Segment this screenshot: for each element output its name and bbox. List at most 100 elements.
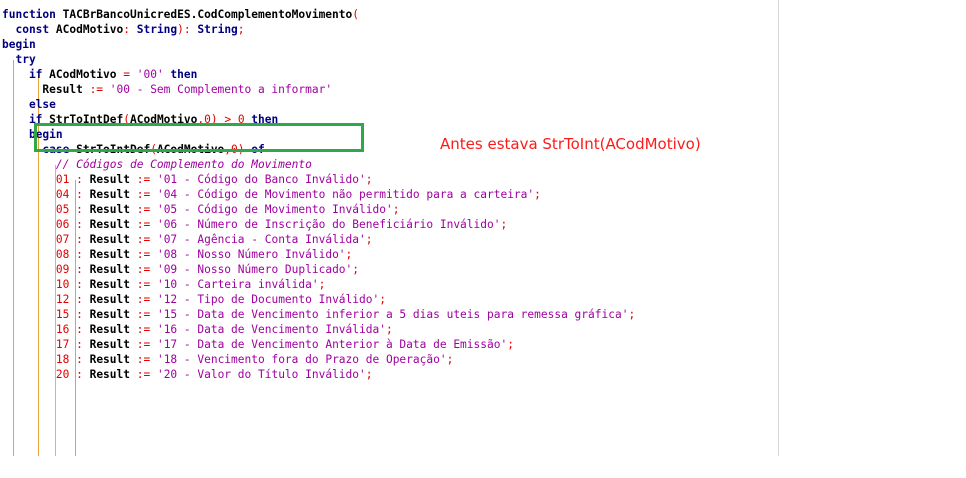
code-token: : <box>69 188 90 201</box>
code-token: '17 - Data de Vencimento Anterior à Data… <box>150 338 508 351</box>
code-token: '00 - Sem Complemento a informar' <box>103 83 333 96</box>
code-token: '15 - Data de Vencimento inferior a 5 di… <box>150 308 629 321</box>
code-token: := <box>136 248 151 261</box>
code-token: : <box>69 263 90 276</box>
code-line: 18 : Result := '18 - Vencimento fora do … <box>2 352 453 367</box>
code-token: ; <box>507 338 514 351</box>
code-token: := <box>136 263 151 276</box>
code-line: Result := '00 - Sem Complemento a inform… <box>2 82 332 97</box>
code-token: ; <box>385 323 393 336</box>
code-token: '12 - Tipo de Documento Inválido' <box>150 293 380 306</box>
code-token: ; <box>534 188 541 201</box>
code-token: 04 <box>2 188 70 201</box>
code-token: 01 <box>2 173 70 186</box>
code-token: : <box>69 248 90 261</box>
code-token: // Códigos de Complemento do Movimento <box>2 158 312 171</box>
code-token: := <box>136 173 151 186</box>
code-token: '00' <box>130 68 164 81</box>
code-token: '06 - Número de Inscrição do Beneficiári… <box>150 218 501 231</box>
code-token: := <box>136 308 151 321</box>
code-token: : <box>123 23 137 36</box>
code-token: 20 <box>2 368 70 381</box>
code-token: '08 - Nosso Número Inválido' <box>150 248 346 261</box>
code-token: 07 <box>2 233 70 246</box>
code-token: 17 <box>2 338 70 351</box>
code-line: // Códigos de Complemento do Movimento <box>2 157 312 172</box>
code-token: := <box>136 353 151 366</box>
annotation-text: Antes estava StrToInt(ACodMotivo) <box>440 135 701 153</box>
code-editor[interactable]: function TACBrBancoUnicredES.CodCompleme… <box>0 0 779 456</box>
code-token: TACBrBancoUnicredES.CodComplementoMovime… <box>55 8 353 21</box>
code-token: ; <box>345 248 353 261</box>
code-line: 06 : Result := '06 - Número de Inscrição… <box>2 217 507 232</box>
code-token: : <box>69 353 90 366</box>
code-token: ): <box>177 23 198 36</box>
code-token: '10 - Carteira inválida' <box>150 278 319 291</box>
code-token: := <box>136 278 151 291</box>
code-token: Result <box>89 173 137 186</box>
code-token: 18 <box>2 353 70 366</box>
code-token: 12 <box>2 293 70 306</box>
code-token: try <box>2 53 36 66</box>
code-token: ; <box>379 293 386 306</box>
code-token: Result <box>89 353 137 366</box>
code-line: const ACodMotivo: String): String; <box>2 22 245 37</box>
code-token: ; <box>392 203 400 216</box>
code-token: := <box>136 293 151 306</box>
code-token: : <box>69 308 90 321</box>
code-token: Result <box>89 188 137 201</box>
code-token: '18 - Vencimento fora do Prazo de Operaç… <box>150 353 447 366</box>
code-token: 08 <box>2 248 70 261</box>
code-token: 05 <box>2 203 70 216</box>
code-line: function TACBrBancoUnicredES.CodCompleme… <box>2 7 359 22</box>
code-token: '04 - Código de Movimento não permitido … <box>150 188 535 201</box>
code-token: ( <box>352 8 360 21</box>
code-line: try <box>2 52 36 67</box>
code-token: '20 - Valor do Título Inválido' <box>150 368 366 381</box>
code-token: ; <box>365 233 373 246</box>
code-token: ; <box>446 353 454 366</box>
code-token: '16 - Data de Vencimento Inválida' <box>150 323 386 336</box>
code-token: '01 - Código do Banco Inválido' <box>150 173 366 186</box>
code-token: : <box>69 218 90 231</box>
code-token: String <box>136 23 178 36</box>
code-token: 06 <box>2 218 70 231</box>
code-token: '05 - Código de Movimento Inválido' <box>150 203 393 216</box>
highlight-box <box>34 123 364 152</box>
code-token: := <box>136 203 151 216</box>
code-line: 09 : Result := '09 - Nosso Número Duplic… <box>2 262 359 277</box>
code-token: function <box>2 8 56 21</box>
code-token: Result <box>89 278 137 291</box>
code-token: ; <box>365 173 373 186</box>
code-token: ACodMotivo <box>42 68 124 81</box>
code-token: then <box>163 68 198 81</box>
code-token: := <box>136 368 151 381</box>
code-token: Result <box>89 263 137 276</box>
code-line: 17 : Result := '17 - Data de Vencimento … <box>2 337 514 352</box>
code-token: := <box>136 233 151 246</box>
code-token: ; <box>237 23 245 36</box>
code-token: : <box>69 368 90 381</box>
code-token: Result <box>89 233 137 246</box>
code-token: Result <box>89 248 137 261</box>
code-line: 20 : Result := '20 - Valor do Título Inv… <box>2 367 373 382</box>
code-token: : <box>69 233 90 246</box>
code-token: 09 <box>2 263 70 276</box>
code-token: := <box>136 323 151 336</box>
code-token: := <box>89 83 104 96</box>
code-token: 10 <box>2 278 70 291</box>
code-token: 16 <box>2 323 70 336</box>
code-token: '07 - Agência - Conta Inválida' <box>150 233 366 246</box>
code-token: ; <box>352 263 360 276</box>
code-token: ; <box>628 308 636 321</box>
code-token: Result <box>89 308 137 321</box>
code-token: := <box>136 338 151 351</box>
code-token: = <box>123 68 130 81</box>
code-line: 07 : Result := '07 - Agência - Conta Inv… <box>2 232 373 247</box>
code-token: Result <box>2 83 90 96</box>
code-token: if <box>2 68 43 81</box>
code-token: ; <box>500 218 508 231</box>
code-token: '09 - Nosso Número Duplicado' <box>150 263 353 276</box>
code-token: : <box>69 173 90 186</box>
code-line: 04 : Result := '04 - Código de Movimento… <box>2 187 541 202</box>
